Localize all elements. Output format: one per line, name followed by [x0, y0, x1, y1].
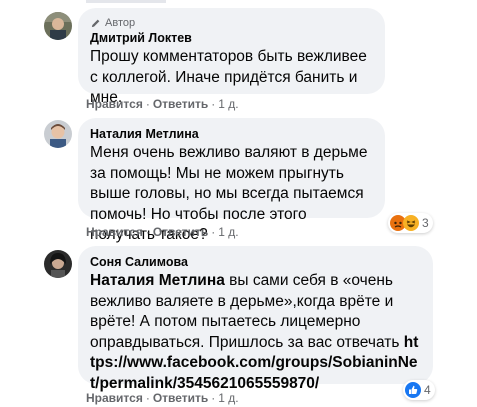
avatar[interactable] [44, 120, 72, 148]
comment-actions: Нравится · Ответить · 1 д. [86, 97, 239, 111]
like-link[interactable]: Нравится [86, 225, 143, 239]
comment-author-name[interactable]: Соня Салимова [90, 254, 421, 271]
like-link[interactable]: Нравится [86, 391, 143, 405]
previous-actions-edge [86, 0, 166, 3]
laugh-icon [403, 215, 419, 231]
avatar[interactable] [44, 250, 72, 278]
comment-author-name[interactable]: Наталия Метлина [90, 126, 373, 143]
like-link[interactable]: Нравится [86, 97, 143, 111]
comment-bubble: Наталия Метлина Меня очень вежливо валяю… [78, 118, 385, 243]
reply-link[interactable]: Ответить [153, 97, 208, 111]
comment-author-name[interactable]: Дмитрий Локтев [90, 30, 373, 47]
avatar-image [44, 120, 72, 148]
reply-link[interactable]: Ответить [153, 225, 208, 239]
avatar[interactable] [44, 12, 72, 40]
pencil-icon [91, 19, 100, 27]
comment-time[interactable]: 1 д. [218, 391, 238, 405]
comment-actions: Нравится · Ответить · 1 д. [86, 391, 239, 405]
reply-link[interactable]: Ответить [153, 391, 208, 405]
author-badge-label: Автор [105, 17, 136, 29]
like-icon [405, 382, 421, 398]
comment-text: Наталия Метлина вы сами себя в «очень ве… [90, 271, 421, 394]
mention-link[interactable]: Наталия Метлина [90, 272, 225, 289]
reactions-count: 4 [424, 383, 431, 397]
comment-actions: Нравится · Ответить · 1 д. [86, 225, 239, 239]
reactions-summary[interactable]: 4 [403, 380, 435, 400]
author-badge: Автор [90, 16, 373, 30]
comment-time[interactable]: 1 д. [218, 225, 238, 239]
reactions-count: 3 [422, 216, 429, 230]
avatar-image [44, 250, 72, 278]
comment-bubble: Соня Салимова Наталия Метлина вы сами се… [78, 246, 433, 392]
avatar-image [44, 12, 72, 40]
reactions-summary[interactable]: 3 [388, 213, 433, 233]
comment-bubble: Автор Дмитрий Локтев Прошу комментаторов… [78, 8, 385, 106]
comment-time[interactable]: 1 д. [218, 97, 238, 111]
